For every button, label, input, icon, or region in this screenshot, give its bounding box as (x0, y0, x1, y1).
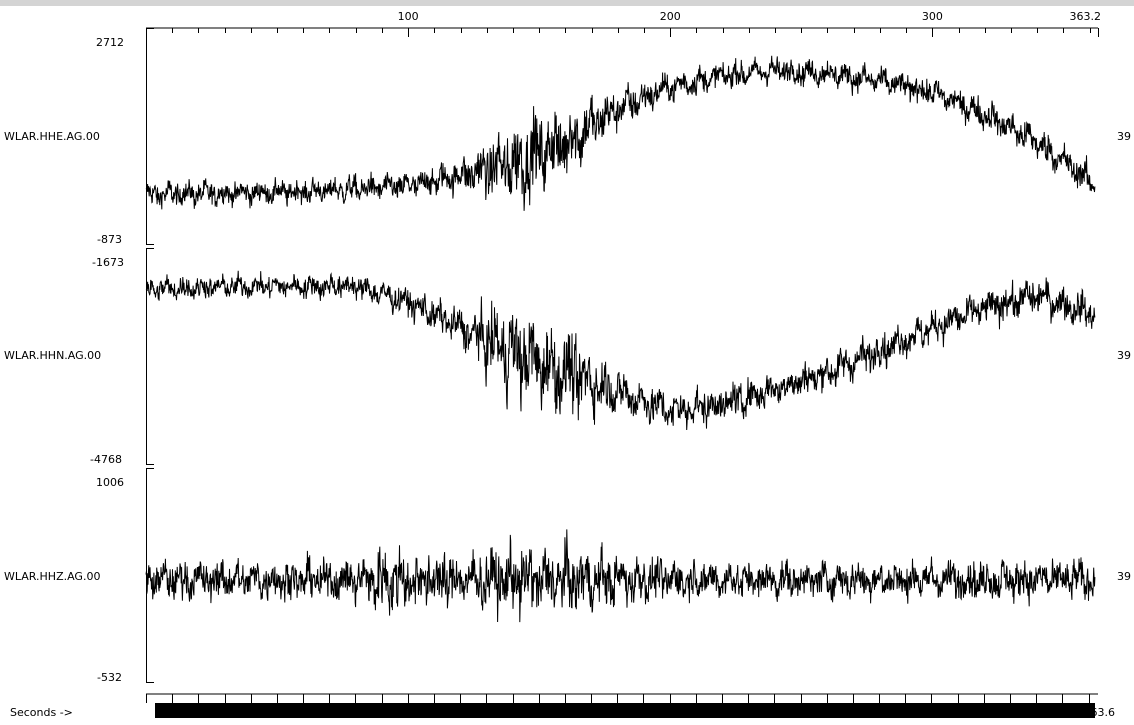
y-max-label: -1673 (92, 256, 124, 269)
channel-name-label: WLAR.HHZ.AG.00 (4, 570, 100, 583)
x-unit-label: Seconds -> (10, 706, 73, 719)
y-max-label: 2712 (96, 36, 124, 49)
waveform-wlar-hhe-ag-00[interactable] (145, 55, 1096, 211)
bottom-axis-end-label: 363.6 (1084, 706, 1116, 719)
bottom-axis-tick-label: 200 (659, 706, 680, 719)
y-min-label: -4768 (90, 453, 122, 466)
seismogram-plot[interactable]: 100 200 300 363.2 100 200 300 363.6 Seconds -> 27… (0, 0, 1134, 725)
top-axis-tick-label: 300 (922, 10, 943, 23)
channel-side-label: 39 (1117, 349, 1131, 362)
waveform-wlar-hhn-ag-00[interactable] (145, 270, 1096, 431)
y-max-label: 1006 (96, 476, 124, 489)
top-axis-tick-label: 100 (398, 10, 419, 23)
bottom-axis-tick-label: 300 (921, 706, 942, 719)
time-scrollbar[interactable] (155, 703, 1095, 718)
waveform-wlar-hhz-ag-00[interactable] (145, 529, 1096, 623)
y-min-label: -873 (97, 233, 122, 246)
top-axis-tick-label: 200 (660, 10, 681, 23)
top-axis-end-label: 363.2 (1070, 10, 1102, 23)
channel-side-label: 39 (1117, 570, 1131, 583)
bottom-axis-tick-label: 100 (397, 706, 418, 719)
channel-side-label: 39 (1117, 130, 1131, 143)
channel-name-label: WLAR.HHN.AG.00 (4, 349, 101, 362)
channel-name-label: WLAR.HHE.AG.00 (4, 130, 100, 143)
y-min-label: -532 (97, 671, 122, 684)
